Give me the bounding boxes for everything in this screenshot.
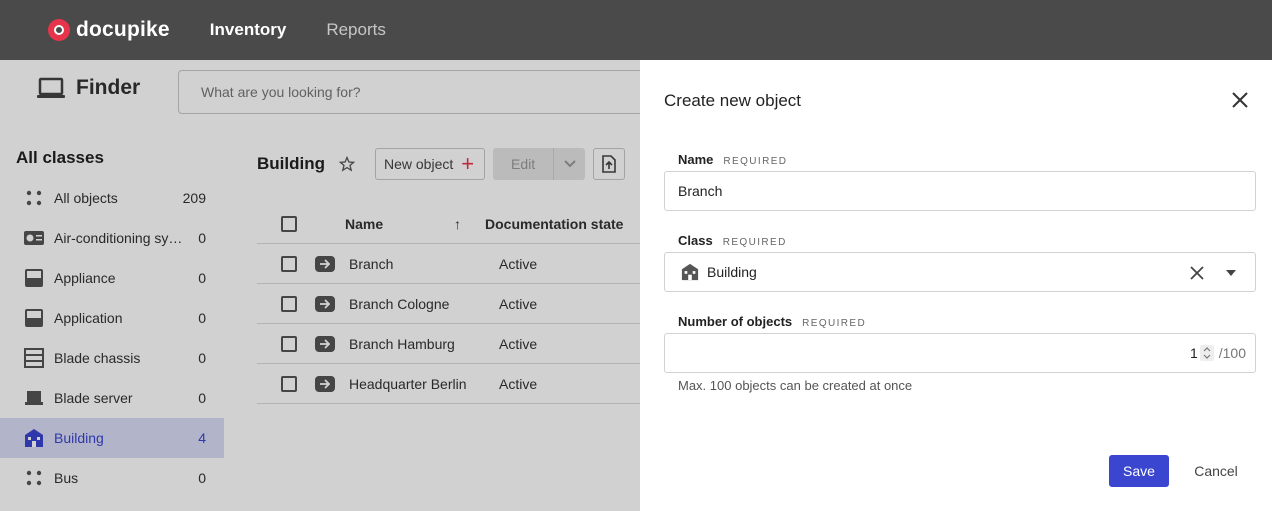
nav-reports[interactable]: Reports: [326, 20, 386, 40]
name-input[interactable]: [665, 172, 1255, 210]
clear-selection-icon[interactable]: [1189, 265, 1205, 281]
required-tag: REQUIRED: [802, 318, 867, 329]
nav-inventory[interactable]: Inventory: [210, 20, 287, 40]
brand-name: docupike: [76, 18, 170, 41]
class-field-label: Class REQUIRED: [678, 233, 787, 248]
create-object-drawer: Create new object Name REQUIRED Class REQU…: [640, 60, 1272, 511]
count-hint: Max. 100 objects can be created at once: [678, 378, 913, 393]
number-stepper[interactable]: [1199, 345, 1214, 361]
class-select-value: Building: [707, 264, 757, 280]
save-button[interactable]: Save: [1109, 455, 1169, 487]
required-tag: REQUIRED: [722, 237, 787, 248]
count-max: /100: [1218, 345, 1246, 361]
stepper-arrows-icon: [1203, 347, 1211, 359]
class-label-text: Class: [678, 233, 713, 248]
cancel-button[interactable]: Cancel: [1186, 455, 1246, 487]
required-tag: REQUIRED: [723, 156, 788, 167]
brand[interactable]: docupike: [48, 18, 170, 42]
building-icon: [681, 263, 699, 281]
name-field-label: Name REQUIRED: [678, 152, 787, 167]
name-label-text: Name: [678, 152, 714, 167]
count-field-label: Number of objects REQUIRED: [678, 314, 866, 329]
count-input[interactable]: 1: [1190, 345, 1198, 361]
name-field[interactable]: [664, 171, 1256, 211]
drawer-title: Create new object: [664, 91, 802, 110]
class-select[interactable]: Building: [664, 252, 1256, 292]
count-field[interactable]: 1 /100: [664, 333, 1256, 373]
caret-down-icon[interactable]: [1225, 269, 1237, 277]
top-navigation-bar: docupike Inventory Reports: [0, 0, 1272, 60]
close-icon[interactable]: [1230, 90, 1250, 110]
count-label-text: Number of objects: [678, 314, 793, 329]
docupike-logo-icon: [48, 19, 70, 41]
